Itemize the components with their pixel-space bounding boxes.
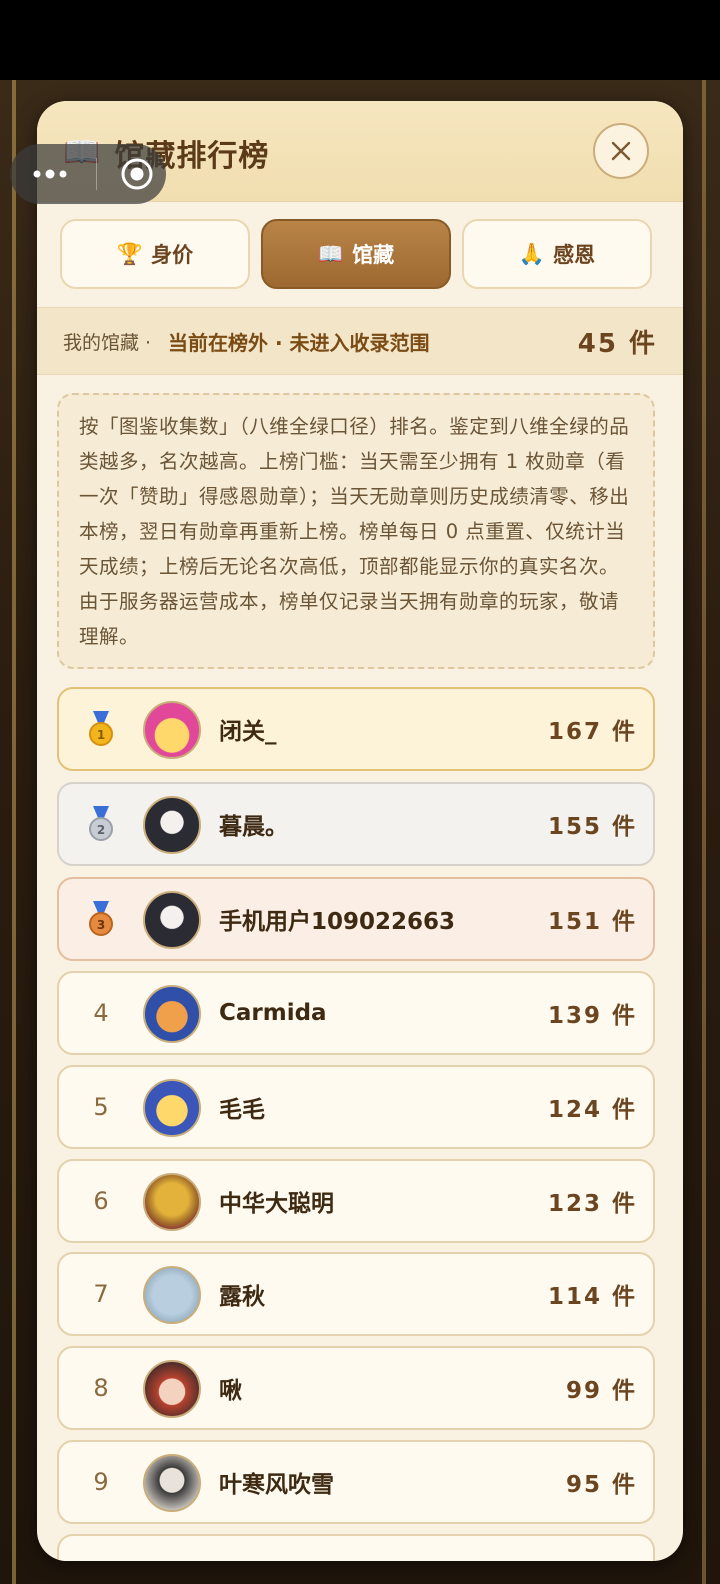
player-count: 151 件 xyxy=(547,909,637,935)
list-item[interactable]: 1 闭关_ 167 件 xyxy=(57,687,655,771)
player-count: 124 件 xyxy=(547,1097,637,1123)
close-button[interactable] xyxy=(593,123,649,179)
tab-label: 感恩 xyxy=(553,243,596,267)
mini-program-capsule xyxy=(10,144,166,204)
list-item[interactable]: 9 叶寒风吹雪 95 件 xyxy=(57,1440,655,1524)
list-item[interactable]: 4 Carmida 139 件 xyxy=(57,971,655,1055)
avatar xyxy=(143,1173,201,1231)
svg-text:1: 1 xyxy=(97,728,105,742)
my-collection-count: 45 件 xyxy=(577,329,657,359)
rank-number: 5 xyxy=(93,1093,109,1121)
avatar xyxy=(143,796,201,854)
list-item[interactable]: 3 手机用户109022663 151 件 xyxy=(57,877,655,961)
avatar xyxy=(143,701,201,759)
avatar xyxy=(143,1266,201,1324)
tab-label: 馆藏 xyxy=(352,243,395,267)
player-count: 167 件 xyxy=(547,719,637,745)
trophy-icon: 🏆 xyxy=(116,241,144,266)
player-name: Carmida xyxy=(219,1000,327,1026)
player-count: 95 件 xyxy=(565,1472,637,1498)
more-icon[interactable] xyxy=(32,168,68,180)
frame-edge-left xyxy=(12,80,16,1584)
my-collection-row: 我的馆藏 · 当前在榜外 · 未进入收录范围 45 件 xyxy=(37,307,683,375)
rules-notice: 按「图鉴收集数」（八维全绿口径）排名。鉴定到八维全绿的品类越多，名次越高。上榜门… xyxy=(57,393,655,669)
leaderboard-panel: 📖 馆藏排行榜 🏆 身价 📖 馆藏 🙏 感恩 我的馆藏 · 当前在榜外 · 未进… xyxy=(37,101,683,1561)
pray-icon: 🙏 xyxy=(518,241,546,266)
list-item[interactable]: 7 露秋 114 件 xyxy=(57,1252,655,1336)
list-item[interactable]: 6 中华大聪明 123 件 xyxy=(57,1159,655,1243)
my-collection-label: 我的馆藏 · xyxy=(63,332,152,354)
avatar xyxy=(143,1454,201,1512)
tab-gratitude[interactable]: 🙏 感恩 xyxy=(462,219,652,289)
player-name: 叶寒风吹雪 xyxy=(219,1472,334,1498)
close-icon xyxy=(611,141,631,161)
svg-text:3: 3 xyxy=(97,918,105,932)
tab-bar: 🏆 身价 📖 馆藏 🙏 感恩 xyxy=(60,219,660,291)
svg-text:2: 2 xyxy=(97,823,105,837)
rank-number: 7 xyxy=(93,1280,109,1308)
gold-medal-icon: 1 xyxy=(89,711,113,746)
player-name: 闭关_ xyxy=(219,719,277,745)
list-item[interactable]: 5 毛毛 124 件 xyxy=(57,1065,655,1149)
my-rank-status: 当前在榜外 · 未进入收录范围 xyxy=(168,331,430,355)
capsule-divider xyxy=(96,158,97,190)
list-item[interactable] xyxy=(57,1534,655,1561)
player-count: 99 件 xyxy=(565,1378,637,1404)
silver-medal-icon: 2 xyxy=(89,806,113,841)
tab-collection[interactable]: 📖 馆藏 xyxy=(261,219,451,289)
rank-number: 4 xyxy=(93,999,109,1027)
player-name: 暮晨。 xyxy=(219,814,288,840)
frame-edge-right xyxy=(702,80,706,1584)
tab-label: 身价 xyxy=(151,243,194,267)
player-name: 中华大聪明 xyxy=(219,1191,334,1217)
player-name: 啾 xyxy=(219,1378,242,1404)
avatar xyxy=(143,1360,201,1418)
rank-number: 6 xyxy=(93,1187,109,1215)
rules-text: 按「图鉴收集数」（八维全绿口径）排名。鉴定到八维全绿的品类越多，名次越高。上榜门… xyxy=(79,415,630,648)
rank-number: 8 xyxy=(93,1374,109,1402)
bronze-medal-icon: 3 xyxy=(89,901,113,936)
avatar xyxy=(143,891,201,949)
player-name: 毛毛 xyxy=(219,1097,265,1123)
player-count: 123 件 xyxy=(547,1191,637,1217)
player-count: 155 件 xyxy=(547,814,637,840)
rank-number: 9 xyxy=(93,1468,109,1496)
record-icon[interactable] xyxy=(120,157,154,191)
list-item[interactable]: 2 暮晨。 155 件 xyxy=(57,782,655,866)
player-name: 手机用户109022663 xyxy=(219,909,456,935)
player-count: 114 件 xyxy=(547,1284,637,1310)
player-name: 露秋 xyxy=(219,1284,265,1310)
player-count: 139 件 xyxy=(547,1003,637,1029)
avatar xyxy=(143,985,201,1043)
list-item[interactable]: 8 啾 99 件 xyxy=(57,1346,655,1430)
book-icon: 📖 xyxy=(317,241,345,266)
tab-net-worth[interactable]: 🏆 身价 xyxy=(60,219,250,289)
avatar xyxy=(143,1079,201,1137)
